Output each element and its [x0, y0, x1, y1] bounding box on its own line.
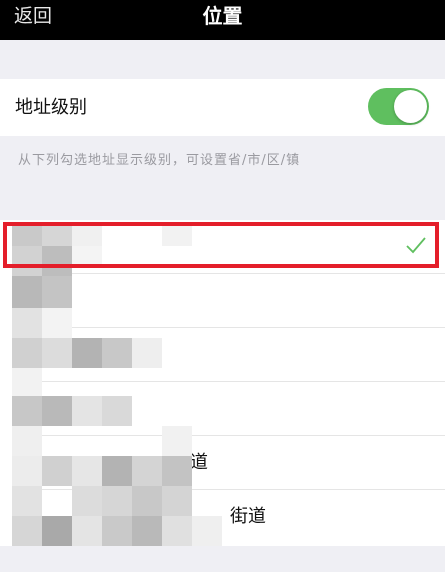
- list-item-level-3[interactable]: [0, 328, 445, 382]
- list-item-level-1[interactable]: [0, 220, 445, 274]
- address-level-row: 地址级别: [0, 79, 445, 136]
- address-level-hint: 从下列勾选地址显示级别，可设置省/市/区/镇: [18, 153, 301, 168]
- checkmark-icon: [406, 237, 426, 254]
- level-list: 道 街道: [0, 220, 445, 546]
- list-item-label: 街道: [230, 506, 266, 527]
- list-item-label: 道: [190, 452, 208, 473]
- list-item-level-5[interactable]: 道: [0, 436, 445, 490]
- address-level-toggle[interactable]: [368, 88, 429, 125]
- toggle-knob: [394, 90, 427, 123]
- page-title: 位置: [202, 4, 243, 28]
- list-item-level-6[interactable]: 街道: [0, 490, 445, 544]
- list-item-level-2[interactable]: [0, 274, 445, 328]
- address-level-label: 地址级别: [15, 97, 87, 118]
- navigation-bar: 返回 位置: [0, 0, 445, 40]
- list-item-level-4[interactable]: [0, 382, 445, 436]
